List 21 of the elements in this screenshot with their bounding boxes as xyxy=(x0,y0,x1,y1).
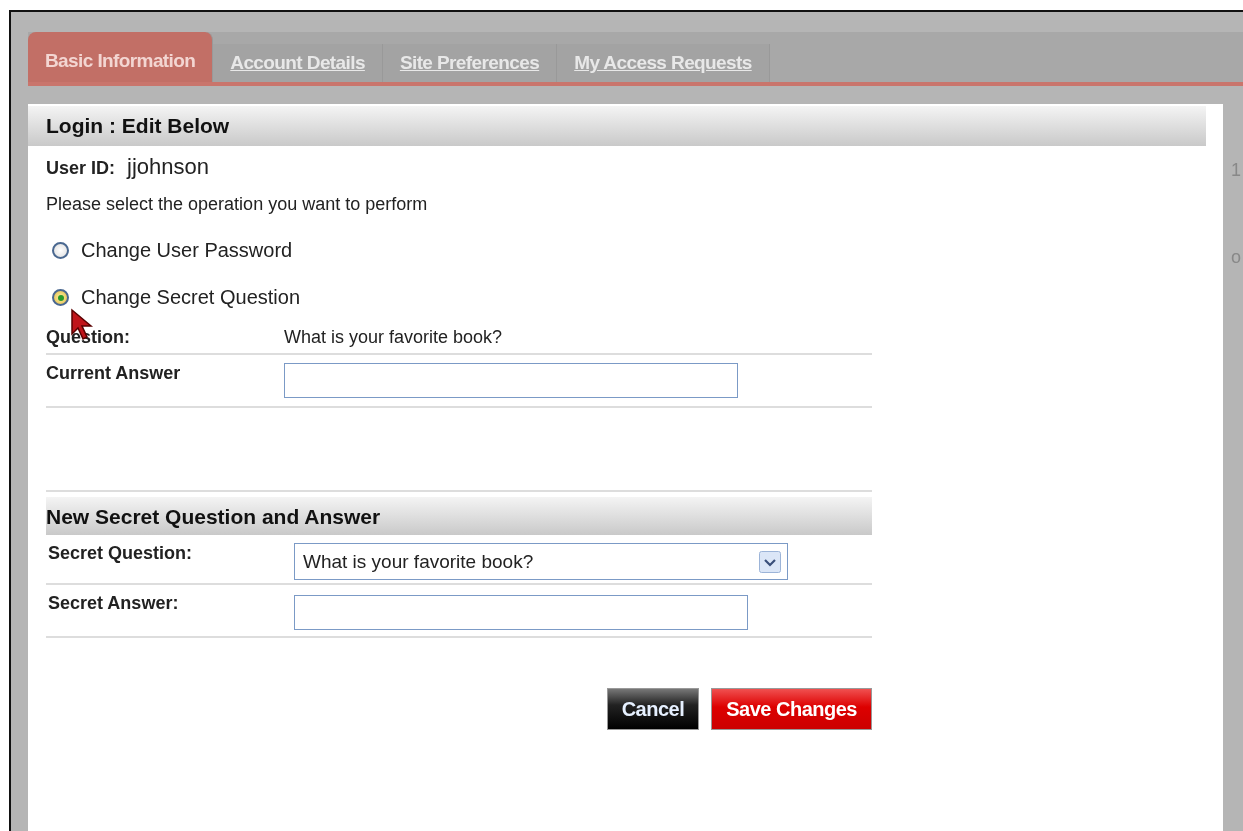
section-header: Login : Edit Below xyxy=(28,106,1206,146)
radio-label[interactable]: Change Secret Question xyxy=(81,286,301,309)
input-field[interactable] xyxy=(294,595,748,630)
question-label: Question: xyxy=(46,326,131,348)
section-header: New Secret Question and Answer xyxy=(46,497,872,535)
caret-icon xyxy=(759,550,781,573)
radio-button[interactable] xyxy=(52,289,69,306)
user-id-value: jjohnson xyxy=(127,154,209,180)
radio-button[interactable] xyxy=(52,242,69,259)
current-answer-label: Current Answer xyxy=(46,363,182,384)
secret-answer-label: Secret Answer: xyxy=(47,593,180,614)
user-id-label: User ID: xyxy=(46,158,116,179)
instruction-text: Please select the operation you want to perform xyxy=(46,194,429,215)
cancel-button[interactable]: Cancel xyxy=(606,688,700,730)
save-button[interactable]: Save Changes xyxy=(711,688,872,730)
tab[interactable]: Basic Information xyxy=(28,32,214,82)
secret-question-label: Secret Question: xyxy=(47,543,194,564)
dropdown[interactable]: What is your favorite book? xyxy=(294,543,788,580)
input-field[interactable] xyxy=(284,363,738,398)
question-value: What is your favorite book? xyxy=(284,326,503,348)
radio-label[interactable]: Change User Password xyxy=(81,239,293,262)
